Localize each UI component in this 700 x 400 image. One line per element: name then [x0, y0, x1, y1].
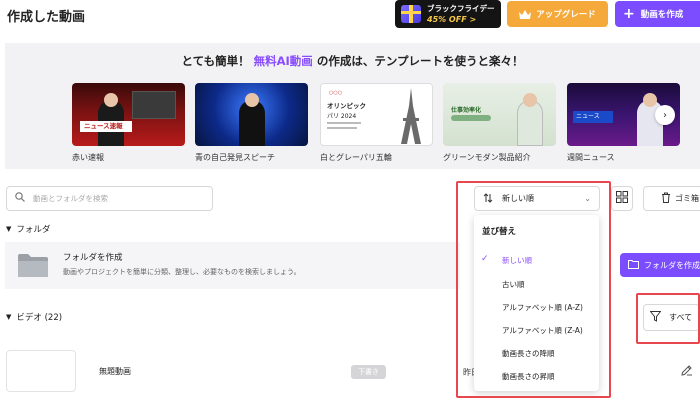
- template-thumbnail: 仕事効率化: [443, 83, 556, 146]
- template-thumbnail: ニュース速報: [72, 83, 185, 146]
- search-icon: [15, 192, 25, 205]
- template-label: 青の自己発見スピーチ: [195, 153, 275, 162]
- template-label: 週間ニュース: [567, 153, 615, 162]
- create-folder-button[interactable]: フォルダを作成: [620, 253, 700, 277]
- search-box[interactable]: [6, 186, 213, 211]
- template-card-paris-olympics[interactable]: ○○○ オリンピック パリ 2024 白とグレーパリ五輪: [320, 83, 433, 163]
- template-card-blue-speech[interactable]: 青の自己発見スピーチ: [195, 83, 308, 163]
- headline-highlight: 無料AI動画: [253, 54, 313, 68]
- upgrade-button[interactable]: アップグレード: [507, 1, 608, 27]
- template-card-green-product[interactable]: 仕事効率化 グリーンモダン製品紹介: [443, 83, 556, 163]
- template-label: 白とグレーパリ五輪: [320, 153, 392, 162]
- page-title: 作成した動画: [7, 10, 86, 25]
- highlight-box-sort: [456, 181, 611, 398]
- create-folder-title: フォルダを作成: [63, 253, 123, 263]
- template-thumbnail: ○○○ オリンピック パリ 2024: [320, 83, 433, 146]
- grid-icon: [616, 191, 628, 206]
- crown-icon: [519, 9, 532, 19]
- caret-down-icon: ▼: [6, 225, 12, 233]
- trash-label: ゴミ箱: [675, 194, 699, 203]
- folder-icon: [17, 252, 49, 278]
- edit-icon[interactable]: [681, 364, 693, 379]
- eiffel-tower-image: [393, 88, 429, 144]
- create-folder-card[interactable]: フォルダを作成 動画やプロジェクトを簡単に分類、整理し、必要なものを検索しましょ…: [5, 242, 460, 289]
- create-folder-description: 動画やプロジェクトを簡単に分類、整理し、必要なものを検索しましょう。: [63, 268, 301, 276]
- gift-icon: [401, 5, 421, 23]
- create-video-button[interactable]: + 動画を作成: [615, 1, 700, 27]
- folder-section-label: フォルダ: [16, 225, 51, 235]
- black-friday-title: ブラックフライデー: [427, 4, 495, 13]
- news-overlay-text: ニュース速報: [80, 121, 132, 132]
- trash-button[interactable]: ゴミ箱: [643, 186, 700, 211]
- draft-status-badge: 下書き: [351, 365, 386, 379]
- black-friday-discount: 45% OFF >: [427, 15, 477, 24]
- olympic-rings-icon: ○○○: [329, 90, 343, 96]
- caret-down-icon: ▼: [6, 313, 12, 321]
- carousel-next-button[interactable]: ›: [655, 105, 675, 125]
- create-folder-label: フォルダを作成: [644, 260, 700, 270]
- template-label: グリーンモダン製品紹介: [443, 153, 531, 162]
- black-friday-button[interactable]: ブラックフライデー 45% OFF >: [395, 0, 501, 28]
- search-input[interactable]: [33, 194, 203, 203]
- template-thumbnail: [195, 83, 308, 146]
- highlight-box-filter: [636, 293, 700, 344]
- video-title[interactable]: 無題動画: [99, 366, 131, 377]
- template-label: 赤い速報: [72, 153, 104, 162]
- add-folder-icon: [628, 259, 639, 271]
- upgrade-label: アップグレード: [536, 10, 596, 20]
- news-screen: [132, 91, 176, 119]
- banner-headline: とても簡単！ 無料AI動画 の作成は、テンプレートを使うと楽々！: [181, 54, 524, 68]
- template-banner: とても簡単！ 無料AI動画 の作成は、テンプレートを使うと楽々！ ニュース速報 …: [5, 43, 700, 169]
- video-section-label: ビデオ (22): [16, 313, 63, 323]
- grid-view-button[interactable]: [611, 186, 633, 211]
- folder-section-toggle[interactable]: ▼ フォルダ: [6, 223, 50, 235]
- create-video-label: 動画を作成: [640, 10, 684, 20]
- video-section-toggle[interactable]: ▼ ビデオ (22): [6, 311, 62, 323]
- video-thumbnail[interactable]: [6, 350, 76, 392]
- chevron-right-icon: ›: [663, 109, 667, 121]
- plus-icon: +: [623, 6, 635, 22]
- trash-icon: [661, 192, 671, 205]
- template-card-red-news[interactable]: ニュース速報 赤い速報: [72, 83, 185, 163]
